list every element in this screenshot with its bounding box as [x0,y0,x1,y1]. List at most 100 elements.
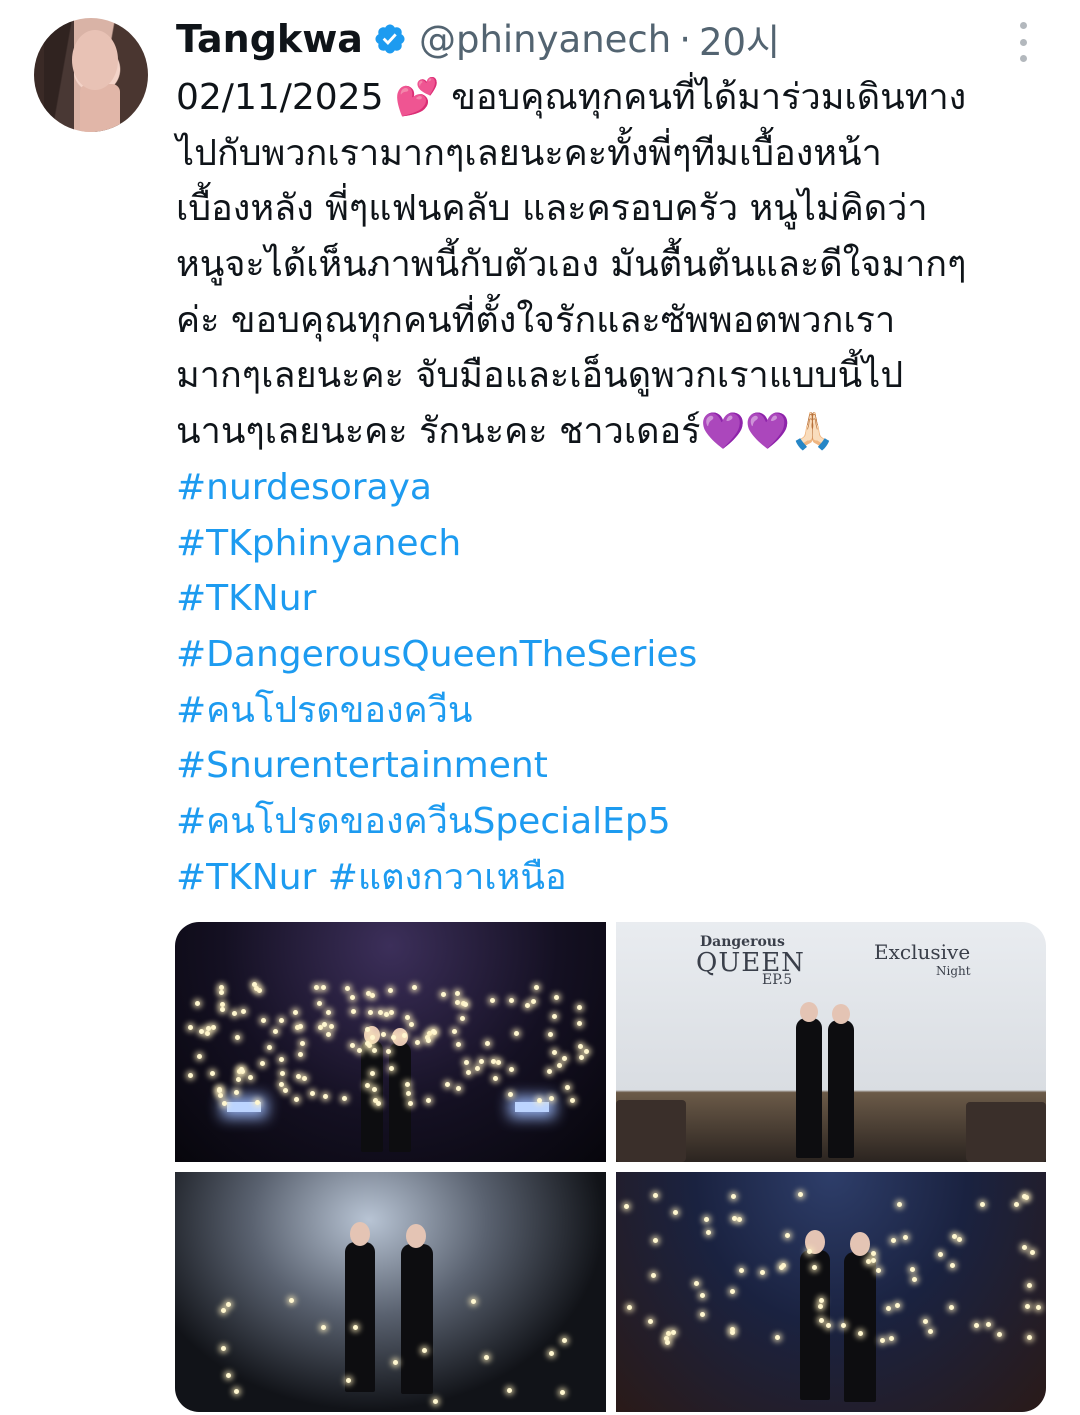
tweet-text-line: ค่ะ ขอบคุณทุกคนที่ตั้งใจรักและซัพพอตพวกเ… [176,299,896,341]
light-stick-glow [401,1032,407,1038]
light-stick-glow [204,1031,210,1037]
tweet-timestamp[interactable]: 20시 [699,12,780,66]
person-head [832,1004,850,1024]
light-stick-glow [321,1022,327,1028]
more-options-icon[interactable] [1014,22,1032,62]
light-stick-glow [294,1096,300,1102]
light-stick-glow [865,1258,871,1264]
light-stick-glow [365,991,371,997]
person-figure [389,1042,411,1152]
light-stick-glow [730,1329,736,1335]
light-stick-glow [351,1008,356,1014]
media-photo-theater-stage[interactable] [175,922,606,1162]
light-stick-glow [578,1043,584,1049]
light-stick-glow [234,1089,240,1095]
light-stick-glow [454,991,460,997]
light-stick-glow [220,1007,226,1013]
light-stick-glow [700,1311,706,1317]
light-stick-glow [393,1360,399,1366]
light-stick-glow [890,1238,896,1244]
light-stick-glow [445,1081,451,1087]
light-stick-glow [471,1298,477,1304]
tweet-text-line: 02/11/2025 💕 ขอบคุณทุกคนที่ได้มาร่วมเดิน… [176,77,967,118]
light-stick-glow [703,1216,709,1222]
light-stick-glow [664,1339,670,1345]
light-stick-glow [928,1328,934,1334]
light-stick-glow [554,994,560,1000]
author-handle[interactable]: @phinyanech [419,18,671,61]
light-stick-glow [739,1268,745,1274]
stage-light [515,1102,549,1112]
light-stick-glow [460,1015,466,1021]
light-stick-glow [559,1389,565,1395]
hashtag-link[interactable]: #TKNur [176,571,1056,627]
person-head [800,1002,818,1022]
poster-night: Night [936,964,971,978]
light-stick-glow [344,985,350,991]
light-stick-glow [896,1201,902,1207]
light-stick-glow [548,1095,554,1101]
avatar-neck [80,84,120,132]
light-stick-glow [700,1293,706,1299]
light-stick-glow [875,1268,881,1274]
light-stick-glow [507,1091,513,1097]
light-stick-glow [221,1345,227,1351]
light-stick-glow [576,1020,582,1026]
light-stick-glow [672,1210,678,1216]
light-stick-glow [760,1269,766,1275]
light-stick-glow [466,1070,472,1076]
light-stick-glow [323,1093,329,1099]
light-stick-glow [218,984,224,990]
light-stick-glow [236,1077,242,1083]
light-stick-glow [380,1031,386,1037]
light-stick-glow [546,1068,552,1074]
person-figure [401,1244,433,1394]
media-photo-crowd-lights[interactable] [616,1172,1046,1412]
hashtag-link[interactable]: #Snurentertainment [176,738,1056,794]
author-avatar[interactable] [34,18,148,132]
media-photo-poster-screen[interactable]: Dangerous QUEEN EP.5 Exclusive Night [616,922,1046,1162]
light-stick-glow [736,1217,742,1223]
light-stick-glow [922,1318,928,1324]
light-stick-glow [314,984,320,990]
light-stick-glow [895,1303,901,1309]
light-stick-glow [474,1065,480,1071]
light-stick-glow [299,1040,305,1046]
light-stick-glow [514,1031,520,1037]
hashtag-link[interactable]: #DangerousQueenTheSeries [176,627,1056,683]
light-stick-glow [440,992,446,998]
light-stick-glow [870,1251,876,1257]
light-stick-glow [562,1337,568,1343]
light-stick-glow [533,985,539,991]
light-stick-glow [951,1234,957,1240]
light-stick-glow [370,1070,376,1076]
author-name[interactable]: Tangkwa [176,17,363,61]
light-stick-glow [1027,1283,1033,1289]
light-stick-glow [548,1031,554,1037]
poster-episode: EP.5 [762,972,793,988]
media-photo-aisle-walk[interactable] [175,1172,606,1412]
light-stick-glow [455,1086,461,1092]
light-stick-glow [421,1348,427,1354]
light-stick-glow [226,1373,232,1379]
header-separator: · [679,17,691,61]
light-stick-glow [195,1000,200,1006]
light-stick-glow [280,1070,286,1076]
hashtag-link[interactable]: #nurdesoraya [176,460,1056,516]
light-stick-glow [973,1323,979,1329]
light-stick-glow [948,1305,954,1310]
light-stick-glow [364,1082,370,1088]
hashtag-link[interactable]: #TKphinyanech [176,516,1056,572]
light-stick-glow [509,998,515,1004]
light-stick-glow [565,1085,570,1091]
light-stick-glow [387,988,393,994]
light-stick-glow [1022,1245,1028,1251]
person-figure [345,1242,375,1392]
hashtag-link[interactable]: #คนโปรดของควีนSpecialEp5 [176,794,1056,850]
light-stick-glow [775,1334,781,1340]
hashtag-link[interactable]: #คนโปรดของควีน [176,683,1056,739]
light-stick-glow [234,1389,240,1395]
light-stick-glow [367,1009,373,1015]
light-stick-glow [295,1073,301,1079]
hashtag-link[interactable]: #TKNur #แตงกวาเหนือ [176,850,1056,906]
